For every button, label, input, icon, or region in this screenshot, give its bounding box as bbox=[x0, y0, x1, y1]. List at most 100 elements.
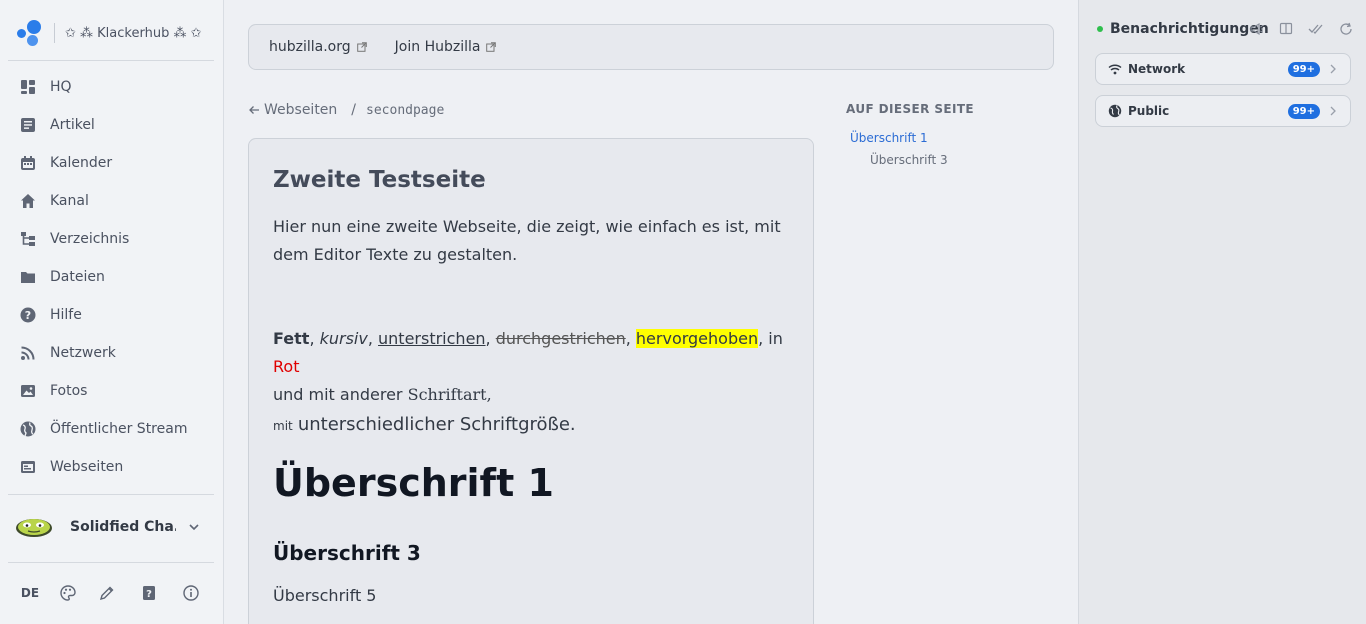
chevron-right-icon bbox=[1330, 106, 1336, 116]
sidebar-item-network[interactable]: Netzwerk bbox=[0, 334, 224, 372]
count-badge: 99+ bbox=[1287, 62, 1320, 77]
sidebar-item-webpages[interactable]: Webseiten bbox=[0, 448, 224, 486]
bold-text: Fett bbox=[273, 329, 310, 348]
notification-label: Network bbox=[1128, 62, 1186, 76]
svg-text:?: ? bbox=[25, 309, 31, 322]
sidebar-item-directory[interactable]: Verzeichnis bbox=[0, 220, 224, 258]
external-link-icon bbox=[356, 42, 367, 52]
brand-divider bbox=[54, 23, 55, 43]
megaphone-icon[interactable] bbox=[1247, 20, 1265, 38]
sidebar-divider bbox=[8, 494, 214, 495]
directory-icon bbox=[19, 230, 37, 248]
sidebar-item-label: Dateien bbox=[50, 269, 105, 285]
table-of-contents: AUF DIESER SEITE Überschrift 1 Überschri… bbox=[846, 102, 1066, 167]
language-switcher[interactable]: DE bbox=[20, 583, 40, 603]
sidebar-item-label: Webseiten bbox=[50, 459, 124, 475]
large-size-text: unterschiedlicher Schriftgröße. bbox=[297, 414, 576, 435]
comma-sep: , bbox=[309, 329, 320, 348]
image-icon bbox=[19, 382, 37, 400]
chevron-down-icon bbox=[189, 524, 199, 531]
sidebar-item-label: Verzeichnis bbox=[50, 231, 130, 247]
pencil-icon[interactable] bbox=[97, 583, 117, 603]
info-icon[interactable] bbox=[181, 583, 201, 603]
hubzilla-logo-icon[interactable] bbox=[14, 19, 42, 47]
sidebar-item-label: Fotos bbox=[50, 383, 88, 399]
intro-paragraph: Hier nun eine zweite Webseite, die zeigt… bbox=[273, 217, 781, 264]
toc-title: AUF DIESER SEITE bbox=[846, 102, 975, 116]
small-size-text: mit bbox=[273, 419, 293, 433]
webpages-icon bbox=[19, 458, 37, 476]
heading-1: Überschrift 1 bbox=[273, 461, 554, 505]
sidebar-item-hq[interactable]: HQ bbox=[0, 68, 224, 106]
link-label: hubzilla.org bbox=[269, 39, 351, 55]
wifi-icon bbox=[1108, 64, 1122, 75]
toc-item-heading-3[interactable]: Überschrift 3 bbox=[870, 153, 1066, 167]
toc-item-heading-1[interactable]: Überschrift 1 bbox=[850, 131, 1066, 145]
globe-icon bbox=[19, 420, 37, 438]
notification-label: Public bbox=[1128, 104, 1170, 118]
sidebar-item-label: Hilfe bbox=[50, 307, 82, 323]
rss-icon bbox=[19, 344, 37, 362]
sidebar-item-public-stream[interactable]: Öffentlicher Stream bbox=[0, 410, 224, 448]
help-book-icon[interactable]: ? bbox=[139, 583, 159, 603]
sidebar-item-calendar[interactable]: Kalender bbox=[0, 144, 224, 182]
brand: ✩ ⁂ Klackerhub ⁂ ✩ bbox=[14, 18, 201, 48]
avatar bbox=[16, 519, 52, 537]
comma-sep: , bbox=[625, 329, 636, 348]
count-badge: 99+ bbox=[1287, 104, 1320, 119]
book-icon[interactable] bbox=[1277, 20, 1295, 38]
sidebar-item-channel[interactable]: Kanal bbox=[0, 182, 224, 220]
join-hubzilla-link[interactable]: Join Hubzilla bbox=[395, 39, 497, 55]
globe-icon bbox=[1108, 104, 1122, 118]
left-sidebar: ✩ ⁂ Klackerhub ⁂ ✩ HQ Artikel Kalender K… bbox=[0, 0, 224, 624]
in-text: , in bbox=[758, 329, 783, 348]
home-icon bbox=[19, 192, 37, 210]
hq-icon bbox=[19, 78, 37, 96]
sidebar-item-label: Kalender bbox=[50, 155, 113, 171]
sidebar-item-help[interactable]: ? Hilfe bbox=[0, 296, 224, 334]
sidebar-item-photos[interactable]: Fotos bbox=[0, 372, 224, 410]
heading-5: Überschrift 5 bbox=[273, 586, 377, 605]
webpage-card: Zweite Testseite Hier nun eine zweite We… bbox=[248, 138, 814, 624]
highlighted-text: hervorgehoben bbox=[635, 329, 759, 348]
hubzilla-org-link[interactable]: hubzilla.org bbox=[269, 39, 367, 55]
sidebar-item-label: Netzwerk bbox=[50, 345, 116, 361]
sidebar-divider bbox=[8, 562, 214, 563]
sidebar-item-label: Öffentlicher Stream bbox=[50, 421, 188, 437]
chevron-right-icon bbox=[1330, 64, 1336, 74]
sidebar-item-label: Artikel bbox=[50, 117, 95, 133]
hub-name[interactable]: ✩ ⁂ Klackerhub ⁂ ✩ bbox=[65, 26, 201, 41]
notifications-title: Benachrichtigungen bbox=[1110, 21, 1269, 37]
notification-public[interactable]: Public 99+ bbox=[1095, 95, 1351, 127]
link-label: Join Hubzilla bbox=[394, 39, 481, 55]
comma-sep: , bbox=[485, 329, 496, 348]
sidebar-item-label: HQ bbox=[50, 79, 72, 95]
svg-text:?: ? bbox=[146, 589, 152, 600]
theme-palette-icon[interactable] bbox=[58, 583, 78, 603]
external-link-icon bbox=[486, 42, 497, 52]
sidebar-item-files[interactable]: Dateien bbox=[0, 258, 224, 296]
top-links-bar: hubzilla.org Join Hubzilla bbox=[248, 24, 1054, 70]
sidebar-footer: DE ? bbox=[0, 580, 224, 606]
breadcrumb-parent-link[interactable]: Webseiten bbox=[248, 102, 337, 118]
notifications-panel: Benachrichtigungen Network 99+ Public 99… bbox=[1078, 0, 1366, 624]
font-line-text: und mit anderer bbox=[273, 385, 403, 404]
red-text: Rot bbox=[273, 357, 300, 376]
page-title: Zweite Testseite bbox=[273, 167, 486, 193]
refresh-icon[interactable] bbox=[1337, 20, 1355, 38]
check-all-icon[interactable] bbox=[1307, 20, 1325, 38]
sidebar-item-articles[interactable]: Artikel bbox=[0, 106, 224, 144]
channel-selector[interactable]: Solidfied Cha... bbox=[14, 508, 210, 546]
strikethrough-text: durchgestrichen bbox=[495, 329, 626, 348]
calendar-icon bbox=[19, 154, 37, 172]
channel-name: Solidfied Cha... bbox=[70, 519, 176, 535]
italic-text: kursiv bbox=[319, 329, 368, 348]
breadcrumb-separator: / bbox=[351, 102, 357, 118]
arrow-left-icon bbox=[249, 106, 259, 114]
notifications-header: Benachrichtigungen bbox=[1097, 18, 1352, 40]
breadcrumb-current: secondpage bbox=[366, 102, 445, 118]
help-icon: ? bbox=[19, 306, 37, 324]
breadcrumb-parent-label: Webseiten bbox=[264, 102, 338, 118]
breadcrumb: Webseiten / secondpage bbox=[248, 102, 444, 118]
notification-network[interactable]: Network 99+ bbox=[1095, 53, 1351, 85]
